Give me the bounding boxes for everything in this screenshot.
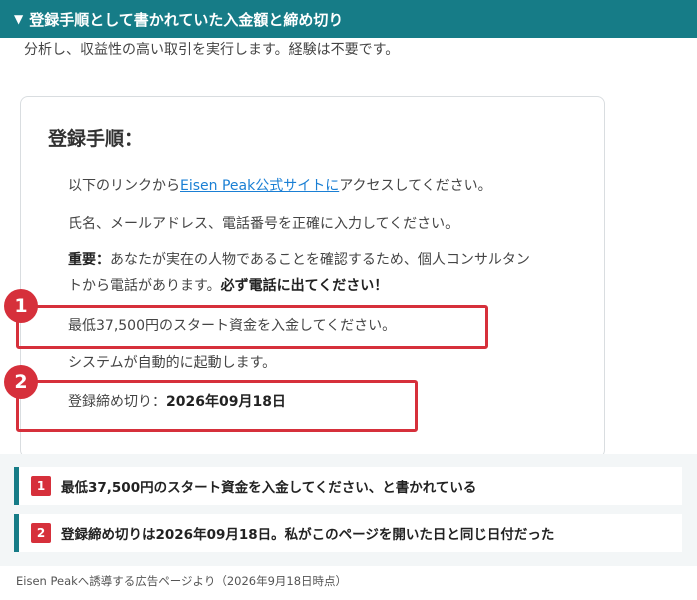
step-3-text-2: トから電話があります。	[68, 278, 221, 294]
step-1-before: 以下のリンクから	[68, 178, 180, 194]
answer-phone-warning: 必ず電話に出てください！	[220, 278, 389, 294]
important-label: 重要：	[68, 252, 110, 268]
source-caption: Eisen Peakへ誘導する広告ページより（2026年9月18日時点）	[16, 574, 348, 588]
badge-1: 1	[4, 289, 38, 323]
card-title: 登録手順：	[48, 128, 144, 150]
step-1-after: アクセスしてください。	[339, 178, 492, 194]
highlight-box-deadline	[16, 380, 418, 432]
badge-2: 2	[4, 365, 38, 399]
step-1: 以下のリンクからEisen Peak公式サイトにアクセスしてください。	[68, 173, 492, 199]
step-3-text-1: あなたが実在の人物であることを確認するため、個人コンサルタン	[110, 252, 530, 268]
note-2-text: 登録締め切りは2026年09月18日。私がこのページを開いた日と同じ日付だった	[61, 527, 555, 543]
note-1-text: 最低37,500円のスタート資金を入金してください、と書かれている	[61, 480, 477, 496]
note-2: 2 登録締め切りは2026年09月18日。私がこのページを開いた日と同じ日付だっ…	[14, 514, 682, 552]
highlight-box-deposit	[16, 305, 488, 349]
step-3: 重要：あなたが実在の人物であることを確認するため、個人コンサルタン トから電話が…	[68, 247, 588, 299]
collapse-triangle-icon[interactable]: ▼	[14, 12, 23, 26]
section-header[interactable]: ▼ 登録手順として書かれていた入金額と締め切り	[0, 0, 697, 38]
step-5: システムが自動的に起動します。	[68, 355, 277, 371]
section-title: 登録手順として書かれていた入金額と締め切り	[29, 10, 344, 29]
note-2-number: 2	[31, 523, 51, 543]
note-1-number: 1	[31, 476, 51, 496]
intro-text: 分析し、収益性の高い取引を実行します。経験は不要です。	[24, 42, 400, 58]
step-2: 氏名、メールアドレス、電話番号を正確に入力してください。	[68, 216, 460, 232]
note-1: 1 最低37,500円のスタート資金を入金してください、と書かれている	[14, 467, 682, 505]
official-site-link[interactable]: Eisen Peak公式サイトに	[180, 178, 339, 194]
